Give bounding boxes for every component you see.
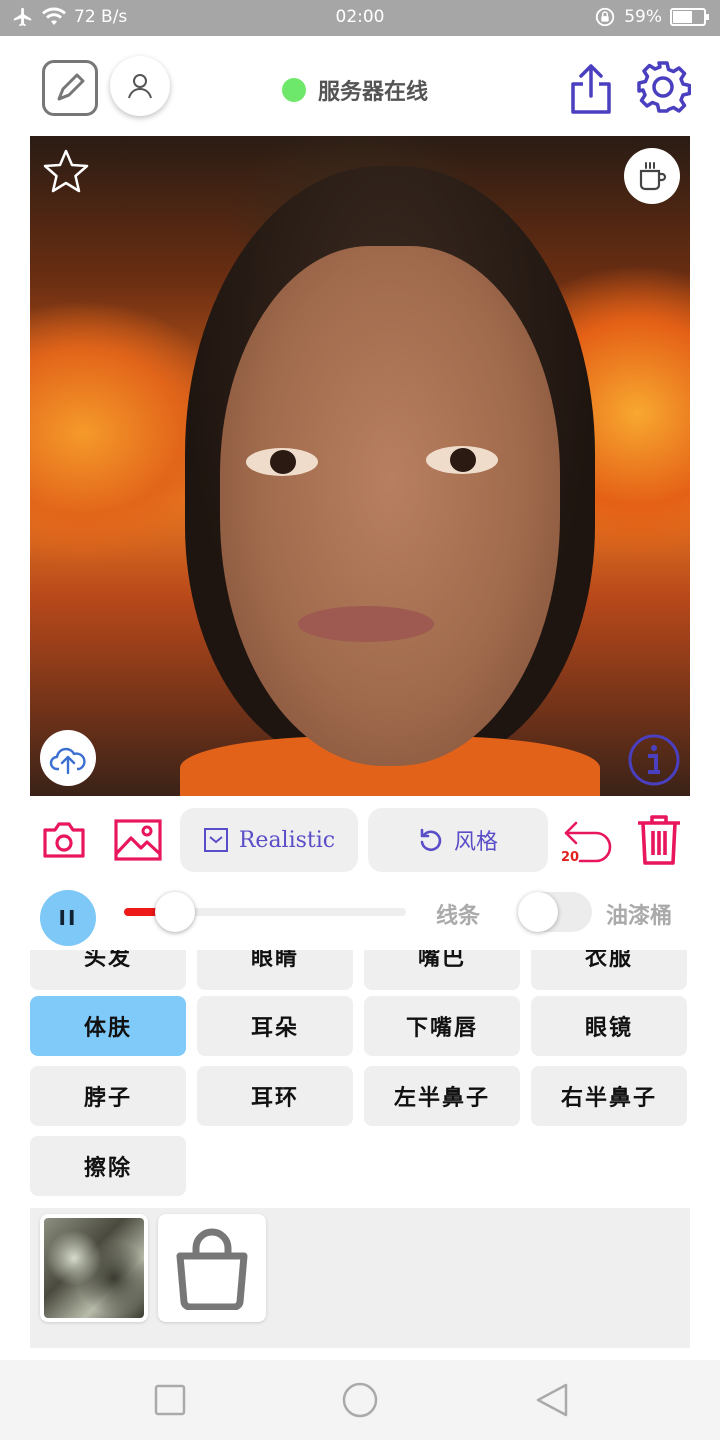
- style-thumbnail-image: [44, 1218, 144, 1318]
- settings-button[interactable]: [634, 58, 692, 116]
- brush-size-slider[interactable]: [124, 892, 406, 932]
- undo-count: 20: [561, 850, 580, 865]
- part-label: 右半鼻子: [560, 1085, 657, 1111]
- style-thumbnail[interactable]: [40, 1214, 148, 1322]
- action-row: Realistic 风格 20: [0, 806, 720, 876]
- battery-icon: [670, 8, 709, 26]
- clock: 02:00: [335, 7, 385, 27]
- cup-icon: [639, 162, 667, 191]
- brush-size-thumb[interactable]: [154, 892, 195, 932]
- part-button-lower-lip[interactable]: 下嘴唇: [364, 996, 520, 1056]
- part-label: 下嘴唇: [405, 1015, 478, 1041]
- part-button-hair[interactable]: 头发: [30, 950, 186, 990]
- status-bar: 72 B/s 02:00 59%: [0, 0, 720, 36]
- camera-icon: [43, 822, 85, 858]
- info-button[interactable]: [626, 732, 682, 788]
- shop-button[interactable]: [158, 1214, 266, 1322]
- battery-percent: 59%: [624, 7, 662, 27]
- image-icon: [114, 819, 162, 861]
- portrait-right-eye: [426, 446, 498, 474]
- home-icon[interactable]: [342, 1382, 378, 1418]
- top-toolbar: 服务器在线: [0, 36, 720, 136]
- trash-icon: [638, 815, 680, 865]
- portrait-canvas[interactable]: [30, 136, 690, 796]
- cloud-upload-icon: [49, 747, 86, 775]
- shopping-bag-icon: [176, 1228, 248, 1310]
- refresh-icon: [420, 828, 442, 852]
- edit-icon: [57, 73, 85, 101]
- paint-bucket-toggle[interactable]: [518, 892, 592, 932]
- recent-apps-icon[interactable]: [152, 1382, 188, 1418]
- portrait-left-eye: [246, 448, 318, 476]
- part-label: 眼镜: [584, 1015, 633, 1041]
- lock-rotation-icon: [596, 7, 615, 27]
- part-label: 脖子: [83, 1085, 132, 1111]
- favorite-button[interactable]: [42, 148, 90, 196]
- portrait-mouth: [298, 606, 434, 642]
- part-label: 体肤: [83, 1015, 132, 1041]
- part-button-ears[interactable]: 耳朵: [197, 996, 353, 1056]
- share-button[interactable]: [563, 58, 619, 118]
- portrait-face: [220, 246, 560, 766]
- part-label: 衣服: [584, 950, 633, 971]
- toggle-knob: [518, 892, 558, 932]
- gear-icon: [637, 61, 691, 113]
- share-icon: [571, 64, 611, 114]
- part-button-right-nose[interactable]: 右半鼻子: [531, 1066, 687, 1126]
- part-label: 擦除: [83, 1155, 132, 1181]
- part-button-glasses[interactable]: 眼镜: [531, 996, 687, 1056]
- edit-button[interactable]: [42, 60, 98, 116]
- part-label: 耳环: [250, 1085, 299, 1111]
- pause-label: II: [58, 906, 78, 930]
- delete-button[interactable]: [632, 812, 686, 868]
- part-label: 嘴巴: [417, 950, 466, 971]
- back-icon[interactable]: [534, 1382, 570, 1418]
- app-screen: 72 B/s 02:00 59% 服务器在线 Realistic 风格 20 I…: [0, 0, 720, 1440]
- style-dropdown[interactable]: Realistic: [180, 808, 358, 872]
- style-dropdown-label: Realistic: [238, 827, 336, 853]
- camera-button[interactable]: [40, 818, 88, 862]
- paint-bucket-label: 油漆桶: [606, 903, 673, 929]
- part-button-eyes[interactable]: 眼睛: [197, 950, 353, 990]
- info-icon: [628, 734, 680, 786]
- face-part-grid: 头发 眼睛 嘴巴 衣服 体肤 耳朵 下嘴唇 眼镜 脖子 耳环 左半鼻子 右半鼻子…: [0, 950, 720, 1202]
- part-button-left-nose[interactable]: 左半鼻子: [364, 1066, 520, 1126]
- line-mode-label: 线条: [436, 903, 481, 929]
- brush-controls: II 线条 油漆桶: [0, 884, 720, 946]
- cloud-upload-button[interactable]: [40, 730, 96, 786]
- part-label: 眼睛: [250, 950, 299, 971]
- server-status-dot: [282, 78, 306, 102]
- gallery-button[interactable]: [112, 816, 164, 864]
- part-label: 头发: [83, 950, 132, 971]
- part-button-mouth[interactable]: 嘴巴: [364, 950, 520, 990]
- reset-style-label: 风格: [453, 830, 498, 855]
- part-button-neck[interactable]: 脖子: [30, 1066, 186, 1126]
- star-icon: [43, 149, 89, 193]
- user-button[interactable]: [110, 56, 170, 116]
- dropdown-icon: [203, 828, 228, 852]
- server-status-label: 服务器在线: [318, 79, 429, 105]
- pause-button[interactable]: II: [40, 890, 96, 946]
- part-button-erase[interactable]: 擦除: [30, 1136, 186, 1196]
- style-tray: [30, 1208, 690, 1348]
- part-label: 左半鼻子: [393, 1085, 490, 1111]
- server-status: 服务器在线: [282, 74, 428, 106]
- part-button-skin[interactable]: 体肤: [30, 996, 186, 1056]
- part-button-clothes[interactable]: 衣服: [531, 950, 687, 990]
- part-button-earrings[interactable]: 耳环: [197, 1066, 353, 1126]
- system-nav-bar: [0, 1360, 720, 1440]
- donate-button[interactable]: [624, 148, 680, 204]
- user-icon: [128, 74, 152, 99]
- reset-style-button[interactable]: 风格: [368, 808, 548, 872]
- part-label: 耳朵: [250, 1015, 299, 1041]
